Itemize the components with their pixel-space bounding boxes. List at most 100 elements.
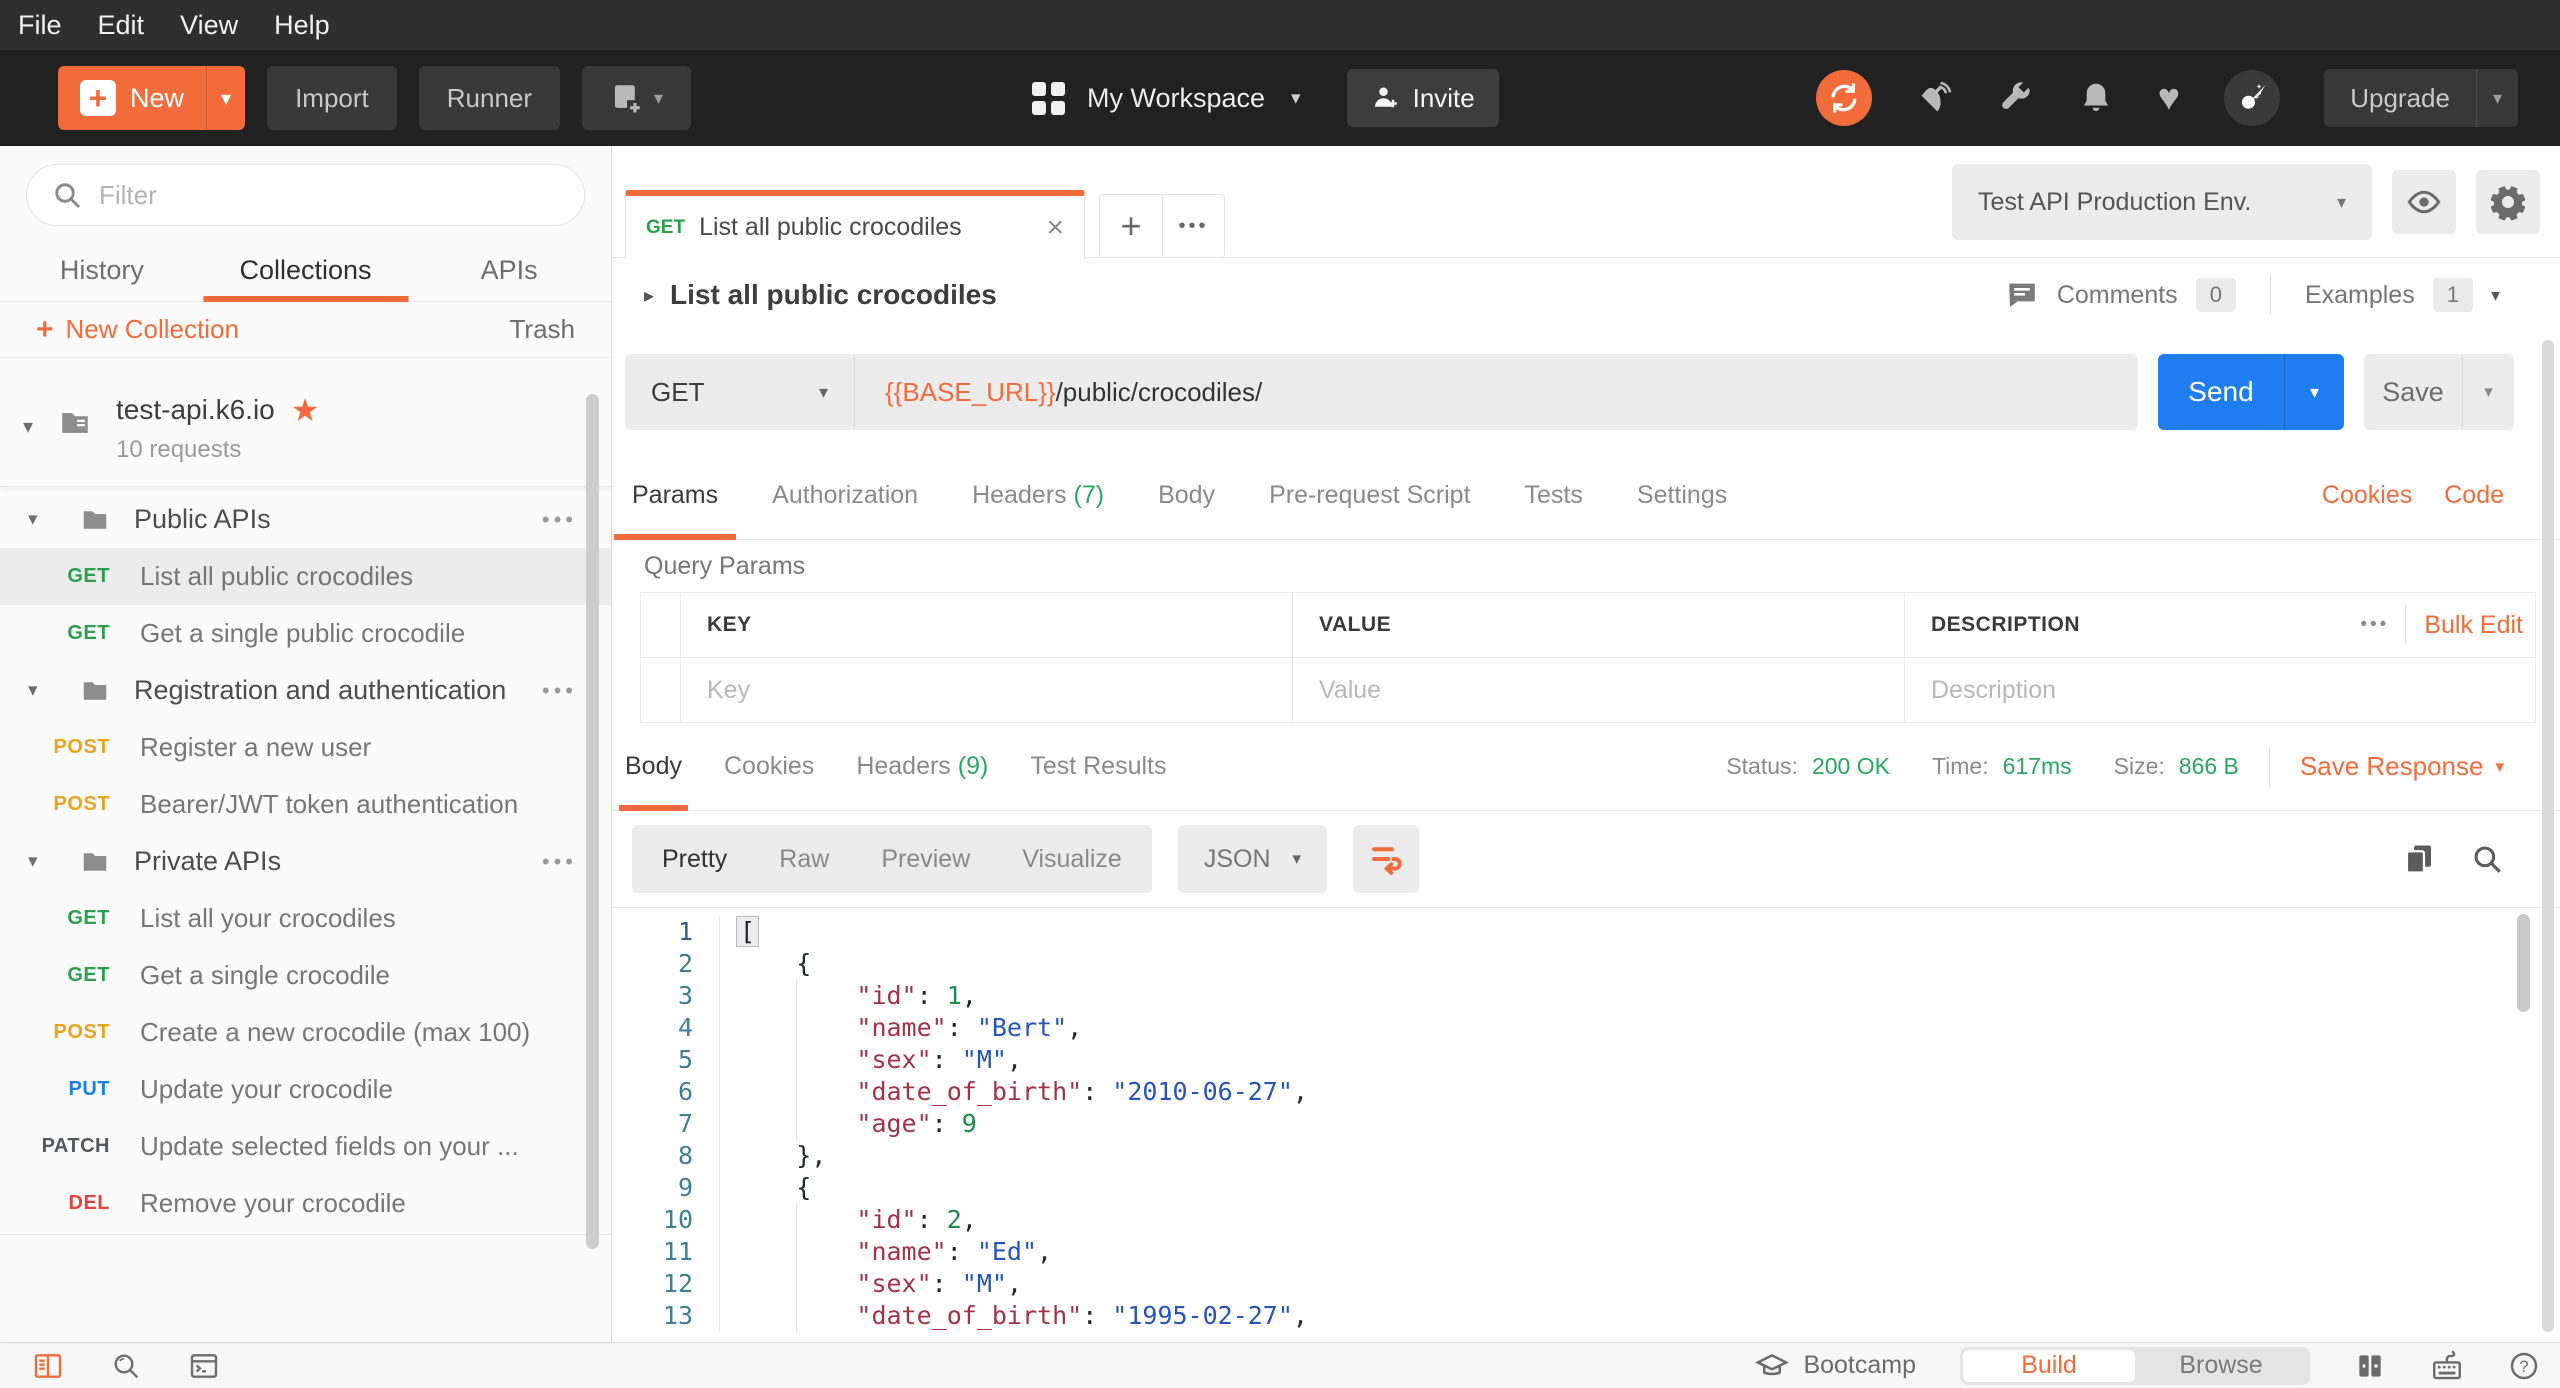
save-options-caret[interactable]: ▾ [2462, 354, 2514, 430]
response-tab-cookies[interactable]: Cookies [724, 723, 814, 810]
tab-tests[interactable]: Tests [1525, 452, 1583, 539]
keyboard-shortcuts-icon[interactable] [2430, 1349, 2464, 1383]
tab-params[interactable]: Params [632, 452, 718, 539]
environment-selector[interactable]: Test API Production Env. ▾ [1952, 164, 2372, 240]
chevron-right-icon[interactable]: ▸ [644, 283, 654, 308]
request-row-bearer-jwt-token-authentication[interactable]: POSTBearer/JWT token authentication [0, 776, 611, 833]
main-scrollbar[interactable] [2542, 340, 2554, 1332]
tab-authorization[interactable]: Authorization [772, 452, 918, 539]
request-row-list-all-public-crocodiles[interactable]: GETList all public crocodiles [0, 548, 611, 605]
cookies-link[interactable]: Cookies [2322, 481, 2412, 510]
view-mode-pretty[interactable]: Pretty [662, 845, 727, 874]
examples-button[interactable]: Examples [2305, 281, 2415, 310]
comments-button[interactable]: Comments [2057, 281, 2178, 310]
close-tab-icon[interactable]: × [1046, 211, 1064, 245]
copy-icon[interactable] [2402, 842, 2436, 876]
tab-settings[interactable]: Settings [1637, 452, 1727, 539]
request-row-update-your-crocodile[interactable]: PUTUpdate your crocodile [0, 1061, 611, 1118]
more-options-icon[interactable]: ••• [542, 849, 577, 875]
response-tab-body[interactable]: Body [625, 723, 682, 810]
star-icon[interactable]: ★ [291, 394, 320, 426]
invite-button[interactable]: Invite [1347, 69, 1499, 127]
request-row-get-a-single-crocodile[interactable]: GETGet a single crocodile [0, 947, 611, 1004]
folder-row-public-apis[interactable]: ▾Public APIs••• [0, 491, 611, 548]
menu-item-file[interactable]: File [18, 10, 62, 41]
response-body-viewer[interactable]: 1[2{3"id": 1,4"name": "Bert",5"sex": "M"… [612, 907, 2560, 1342]
request-row-update-selected-fields-on-your[interactable]: PATCHUpdate selected fields on your ... [0, 1118, 611, 1175]
response-format-select[interactable]: JSON ▾ [1178, 825, 1327, 893]
send-button[interactable]: Send ▾ [2158, 354, 2344, 430]
sync-button[interactable] [1816, 70, 1872, 126]
menu-item-view[interactable]: View [180, 10, 238, 41]
satellite-icon[interactable] [1916, 79, 1954, 117]
chevron-down-icon[interactable]: ▾ [2491, 285, 2500, 306]
more-options-icon[interactable]: ••• [542, 678, 577, 704]
search-icon[interactable] [110, 1350, 142, 1382]
view-mode-preview[interactable]: Preview [881, 845, 970, 874]
upgrade-button[interactable]: Upgrade ▾ [2324, 69, 2518, 127]
more-options-icon[interactable]: ••• [542, 507, 577, 533]
trash-button[interactable]: Trash [510, 314, 576, 345]
view-mode-raw[interactable]: Raw [779, 845, 829, 874]
more-options-icon[interactable]: ••• [2344, 614, 2405, 636]
request-row-register-a-new-user[interactable]: POSTRegister a new user [0, 719, 611, 776]
request-row-get-a-single-public-crocodile[interactable]: GETGet a single public crocodile [0, 605, 611, 662]
wrench-icon[interactable] [1998, 80, 2034, 116]
avatar[interactable] [2224, 70, 2280, 126]
build-toggle[interactable]: Build [1963, 1350, 2135, 1382]
two-pane-icon[interactable] [2354, 1350, 2386, 1382]
import-button[interactable]: Import [267, 66, 397, 130]
sidebar-tab-apis[interactable]: APIs [407, 240, 611, 301]
workspace-switcher[interactable]: My Workspace ▾ Invite [1032, 50, 1499, 146]
bulk-edit-link[interactable]: Bulk Edit [2406, 611, 2523, 640]
new-dropdown-caret[interactable]: ▾ [206, 66, 245, 130]
sidebar-tab-history[interactable]: History [0, 240, 204, 301]
description-input[interactable]: Description [1905, 658, 2335, 722]
tab-body[interactable]: Body [1158, 452, 1215, 539]
menu-item-help[interactable]: Help [274, 10, 330, 41]
wrap-text-button[interactable] [1353, 825, 1419, 893]
add-tab-button[interactable]: + [1100, 195, 1162, 257]
new-button-main[interactable]: + New [58, 66, 206, 130]
search-icon[interactable] [2470, 842, 2504, 876]
toggle-sidebar-icon[interactable] [32, 1350, 64, 1382]
help-icon[interactable]: ? [2508, 1350, 2540, 1382]
heart-icon[interactable]: ♥ [2158, 79, 2181, 117]
environment-settings-button[interactable] [2476, 170, 2540, 234]
url-input[interactable]: {{BASE_URL}}/public/crocodiles/ [855, 354, 2138, 430]
folder-row-private-apis[interactable]: ▾Private APIs••• [0, 833, 611, 890]
tab-options-button[interactable]: ••• [1162, 195, 1224, 257]
key-input[interactable]: Key [681, 658, 1293, 722]
bootcamp-button[interactable]: Bootcamp [1755, 1349, 1916, 1383]
response-tab-test-results[interactable]: Test Results [1030, 723, 1166, 810]
value-input[interactable]: Value [1293, 658, 1905, 722]
new-window-button[interactable]: ▾ [582, 66, 691, 130]
chevron-down-icon[interactable]: ▾ [0, 394, 56, 464]
active-request-tab[interactable]: GET List all public crocodiles × [625, 190, 1085, 259]
upgrade-caret-icon[interactable]: ▾ [2476, 69, 2518, 127]
code-scrollbar[interactable] [2517, 914, 2530, 1012]
sidebar-scrollbar[interactable] [586, 394, 599, 1249]
response-tab-headers[interactable]: Headers (9) [856, 723, 988, 810]
environment-quicklook-button[interactable] [2392, 170, 2456, 234]
request-row-list-all-your-crocodiles[interactable]: GETList all your crocodiles [0, 890, 611, 947]
runner-button[interactable]: Runner [419, 66, 560, 130]
tab-pre-request-script[interactable]: Pre-request Script [1269, 452, 1470, 539]
save-response-button[interactable]: Save Response ▾ [2300, 751, 2504, 782]
send-options-caret[interactable]: ▾ [2284, 354, 2344, 430]
filter-input[interactable] [99, 180, 560, 211]
console-icon[interactable] [188, 1350, 220, 1382]
new-collection-button[interactable]: + New Collection [36, 313, 239, 347]
view-mode-visualize[interactable]: Visualize [1022, 845, 1122, 874]
request-row-create-a-new-crocodile-max-100[interactable]: POSTCreate a new crocodile (max 100) [0, 1004, 611, 1061]
request-row-remove-your-crocodile[interactable]: DELRemove your crocodile [0, 1175, 611, 1232]
menu-item-edit[interactable]: Edit [98, 10, 145, 41]
sidebar-tab-collections[interactable]: Collections [204, 240, 408, 301]
filter-box[interactable] [26, 164, 585, 226]
collection-header[interactable]: ▾ test-api.k6.io ★ 10 requests [0, 384, 611, 487]
bell-icon[interactable] [2078, 80, 2114, 116]
code-link[interactable]: Code [2444, 481, 2504, 510]
tab-headers[interactable]: Headers (7) [972, 452, 1104, 539]
new-button[interactable]: + New ▾ [58, 66, 245, 130]
browse-toggle[interactable]: Browse [2135, 1350, 2307, 1382]
